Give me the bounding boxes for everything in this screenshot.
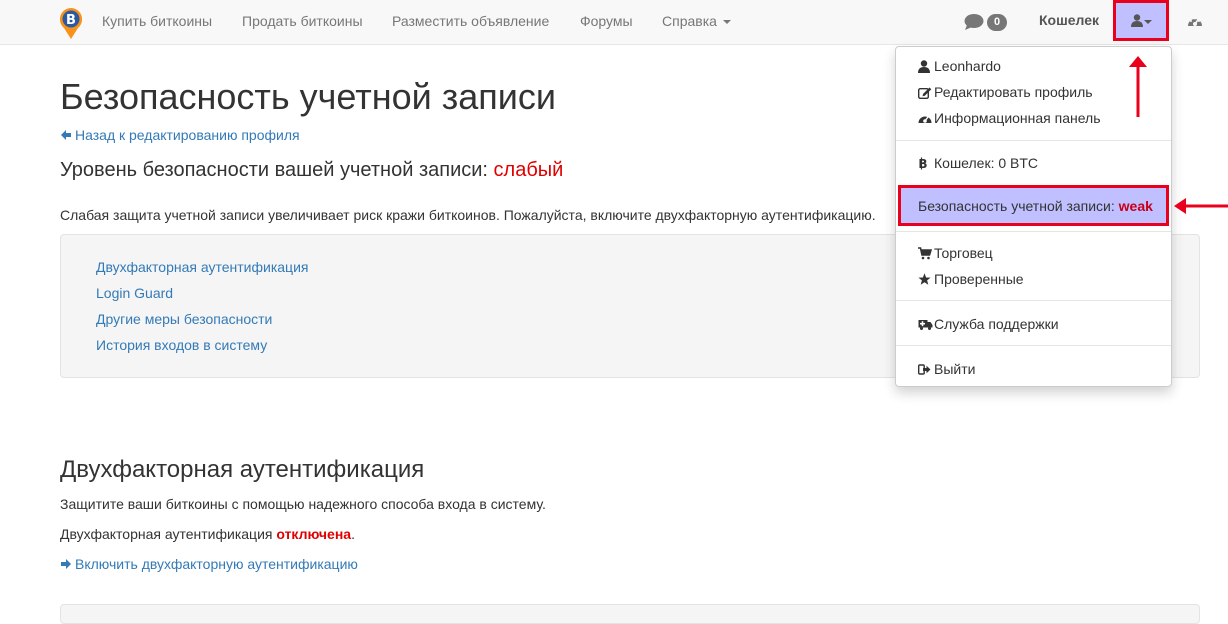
dashboard-gauge-icon <box>918 116 932 123</box>
chat-bubble-icon <box>964 14 984 30</box>
back-to-profile-link[interactable]: Назад к редактированию профиля <box>60 127 300 143</box>
shopping-cart-icon <box>918 247 933 260</box>
menu-divider <box>896 140 1171 141</box>
menu-merchant-label: Торговец <box>934 245 993 261</box>
enable-two-factor-link[interactable]: Включить двухфакторную аутентификацию <box>60 556 358 572</box>
two-factor-status-value: отключена <box>276 526 352 542</box>
menu-item-support[interactable]: Служба поддержки <box>918 314 1059 334</box>
arrow-right-icon <box>61 559 71 569</box>
messages-count-badge: 0 <box>987 14 1007 31</box>
nav-sell-bitcoins[interactable]: Продать биткоины <box>242 13 363 29</box>
sign-out-icon <box>918 364 931 375</box>
nav-help-dropdown[interactable]: Справка <box>662 13 731 29</box>
menu-item-username[interactable]: Leonhardo <box>918 56 1001 76</box>
two-factor-heading: Двухфакторная аутентификация <box>60 456 425 483</box>
link-two-factor-auth[interactable]: Двухфакторная аутентификация <box>96 259 308 275</box>
chevron-down-icon <box>1144 20 1152 24</box>
link-other-security[interactable]: Другие меры безопасности <box>96 311 272 327</box>
menu-item-account-security[interactable]: Безопасность учетной записи: weak <box>898 185 1169 226</box>
menu-username-label: Leonhardo <box>934 58 1001 74</box>
dashboard-gauge-icon[interactable] <box>1187 14 1203 28</box>
ambulance-icon <box>918 320 933 330</box>
menu-item-wallet[interactable]: B Кошелек: 0 BTC <box>918 153 1038 173</box>
menu-item-logout[interactable]: Выйти <box>918 359 975 379</box>
arrow-left-icon <box>61 130 71 140</box>
annotation-arrow-up <box>1129 56 1147 117</box>
nav-wallet[interactable]: Кошелек <box>1039 12 1099 28</box>
menu-security-label: Безопасность учетной записи: <box>918 198 1115 214</box>
user-icon <box>918 60 930 73</box>
menu-dashboard-label: Информационная панель <box>934 110 1101 126</box>
bitcoin-icon: B <box>918 157 927 170</box>
svg-text:B: B <box>918 157 927 170</box>
security-warning-text: Слабая защита учетной записи увеличивает… <box>60 207 876 223</box>
enable-two-factor-label: Включить двухфакторную аутентификацию <box>75 556 358 572</box>
two-factor-status-suffix: . <box>351 526 355 542</box>
menu-item-dashboard[interactable]: Информационная панель <box>918 108 1101 128</box>
menu-edit-profile-label: Редактировать профиль <box>934 84 1093 100</box>
menu-item-edit-profile[interactable]: Редактировать профиль <box>918 82 1093 102</box>
edit-icon <box>918 87 932 99</box>
menu-item-trusted[interactable]: Проверенные <box>918 269 1024 289</box>
user-icon <box>1131 14 1143 27</box>
nav-post-ad[interactable]: Разместить объявление <box>392 13 549 29</box>
back-link-label: Назад к редактированию профиля <box>75 127 300 143</box>
svg-text:B: B <box>66 13 76 28</box>
menu-wallet-label: Кошелек: 0 BTC <box>934 155 1039 171</box>
menu-divider <box>896 300 1171 301</box>
menu-divider <box>896 345 1171 346</box>
nav-buy-bitcoins[interactable]: Купить биткоины <box>102 13 212 29</box>
menu-support-label: Служба поддержки <box>934 316 1059 332</box>
page-title: Безопасность учетной записи <box>60 76 556 117</box>
menu-security-value: weak <box>1118 198 1153 214</box>
menu-logout-label: Выйти <box>934 361 976 377</box>
star-icon <box>918 273 931 285</box>
bitcoin-logo-icon[interactable]: B <box>57 6 85 40</box>
annotation-arrow-left <box>1174 198 1228 214</box>
security-level-value: слабый <box>493 159 564 181</box>
user-menu-toggle[interactable] <box>1113 0 1169 41</box>
bottom-panel <box>60 604 1200 624</box>
menu-divider <box>896 231 1171 232</box>
chevron-down-icon <box>722 20 731 25</box>
link-login-guard[interactable]: Login Guard <box>96 285 173 301</box>
nav-forums[interactable]: Форумы <box>580 13 633 29</box>
menu-trusted-label: Проверенные <box>934 271 1024 287</box>
two-factor-description: Защитите ваши биткоины с помощью надежно… <box>60 496 546 512</box>
two-factor-status: Двухфакторная аутентификация отключена. <box>60 526 355 542</box>
menu-security-text: Безопасность учетной записи: weak <box>918 198 1153 214</box>
top-navbar: B Купить биткоины Продать биткоины Разме… <box>0 0 1228 45</box>
nav-help-label: Справка <box>662 13 717 29</box>
menu-item-merchant[interactable]: Торговец <box>918 243 993 263</box>
security-level-label: Уровень безопасности вашей учетной запис… <box>60 159 488 181</box>
link-login-history[interactable]: История входов в систему <box>96 337 267 353</box>
two-factor-status-prefix: Двухфакторная аутентификация <box>60 526 273 542</box>
security-level-heading: Уровень безопасности вашей учетной запис… <box>60 159 563 182</box>
